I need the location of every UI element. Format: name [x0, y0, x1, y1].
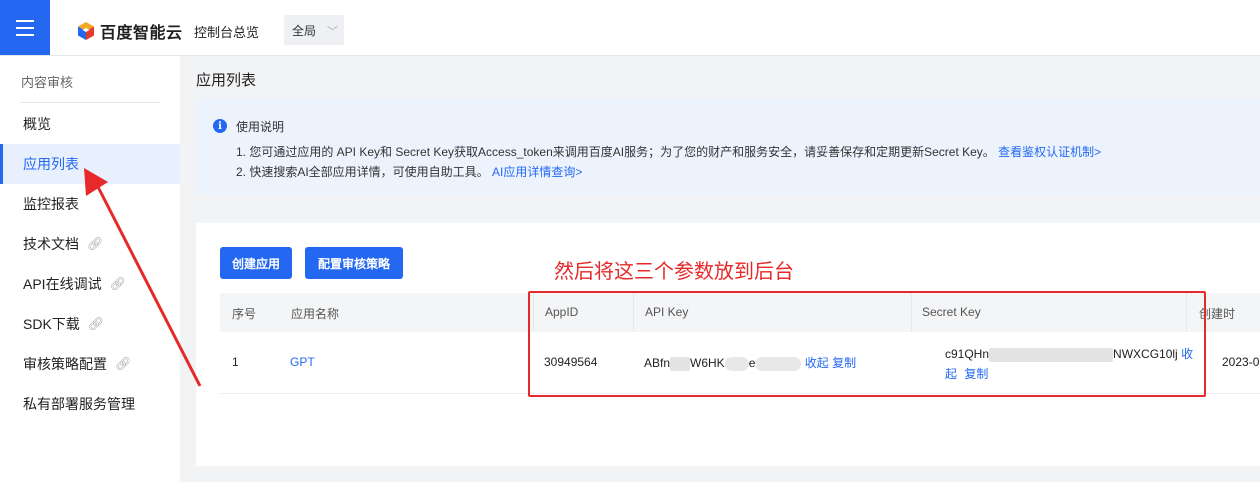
info-icon: i: [213, 119, 227, 133]
external-link-icon: 🔗︎: [109, 276, 127, 291]
annotation-text: 然后将这三个参数放到后台: [554, 261, 794, 283]
sidebar-item-label: 监控报表: [23, 196, 79, 212]
external-link-icon: 🔗︎: [115, 356, 132, 371]
notice-title: 使用说明: [236, 120, 285, 134]
notice-line-1: 1. 您可通过应用的 API Key和 Secret Key获取Access_t…: [236, 143, 1101, 160]
app-name-link[interactable]: GPT: [290, 355, 315, 369]
sidebar-item-label: API在线调试: [23, 276, 102, 292]
sidebar-item-monitoring[interactable]: 监控报表: [0, 184, 180, 224]
sidebar-item-label: 概览: [23, 116, 51, 132]
top-bar: 百度智能云 控制台总览 全局 ﹀: [0, 0, 1260, 56]
console-overview-link[interactable]: 控制台总览: [194, 22, 259, 41]
external-link-icon: 🔗︎: [87, 316, 105, 331]
sidebar-item-label: SDK下载: [23, 316, 80, 332]
brand-name: 百度智能云: [100, 25, 183, 42]
header-index: 序号: [232, 307, 257, 321]
sidebar: 内容审核 概览 应用列表 监控报表 技术文档 🔗︎ API在线调试 🔗︎ SDK…: [0, 56, 180, 482]
cell-created: 2023-0: [1222, 355, 1260, 369]
notice-line-2-text: 2. 快速搜索AI全部应用详情，可使用自助工具。: [236, 165, 489, 179]
notice-line-1-text: 1. 您可通过应用的 API Key和 Secret Key获取Access_t…: [236, 145, 995, 159]
sidebar-item-label: 私有部署服务管理: [23, 396, 135, 412]
sidebar-item-overview[interactable]: 概览: [0, 104, 180, 144]
external-link-icon: 🔗︎: [87, 236, 104, 251]
config-policy-button[interactable]: 配置审核策略: [305, 247, 403, 279]
annotation-highlight-box: [528, 291, 1206, 397]
sidebar-item-app-list[interactable]: 应用列表: [0, 144, 180, 184]
header-app-name: 应用名称: [291, 307, 340, 321]
page-title: 应用列表: [196, 72, 257, 89]
sidebar-item-label: 技术文档: [23, 236, 79, 252]
app-detail-query-link[interactable]: AI应用详情查询>: [492, 165, 582, 179]
brand-logo[interactable]: 百度智能云: [76, 19, 183, 43]
sidebar-divider: [20, 102, 160, 103]
sidebar-item-docs[interactable]: 技术文档 🔗︎: [0, 224, 180, 264]
sidebar-item-sdk-download[interactable]: SDK下载 🔗︎: [0, 304, 180, 344]
cube-logo-icon: [78, 22, 94, 40]
notice-line-2: 2. 快速搜索AI全部应用详情，可使用自助工具。 AI应用详情查询>: [236, 163, 582, 180]
sidebar-section-title: 内容审核: [21, 75, 74, 90]
menu-icon[interactable]: [0, 0, 50, 55]
sidebar-item-label: 应用列表: [23, 156, 79, 172]
sidebar-item-policy-config[interactable]: 审核策略配置 🔗︎: [0, 344, 180, 384]
auth-mechanism-link[interactable]: 查看鉴权认证机制>: [998, 145, 1101, 159]
region-value: 全局: [292, 23, 317, 38]
chevron-down-icon: ﹀: [327, 26, 338, 38]
usage-notice: i 使用说明 1. 您可通过应用的 API Key和 Secret Key获取A…: [196, 98, 1260, 195]
create-app-button[interactable]: 创建应用: [220, 247, 292, 279]
sidebar-item-private-deploy[interactable]: 私有部署服务管理: [0, 384, 180, 424]
region-select[interactable]: 全局 ﹀: [284, 15, 344, 45]
sidebar-item-label: 审核策略配置: [23, 356, 107, 372]
sidebar-item-api-debug[interactable]: API在线调试 🔗︎: [0, 264, 180, 304]
cell-index: 1: [232, 355, 239, 369]
